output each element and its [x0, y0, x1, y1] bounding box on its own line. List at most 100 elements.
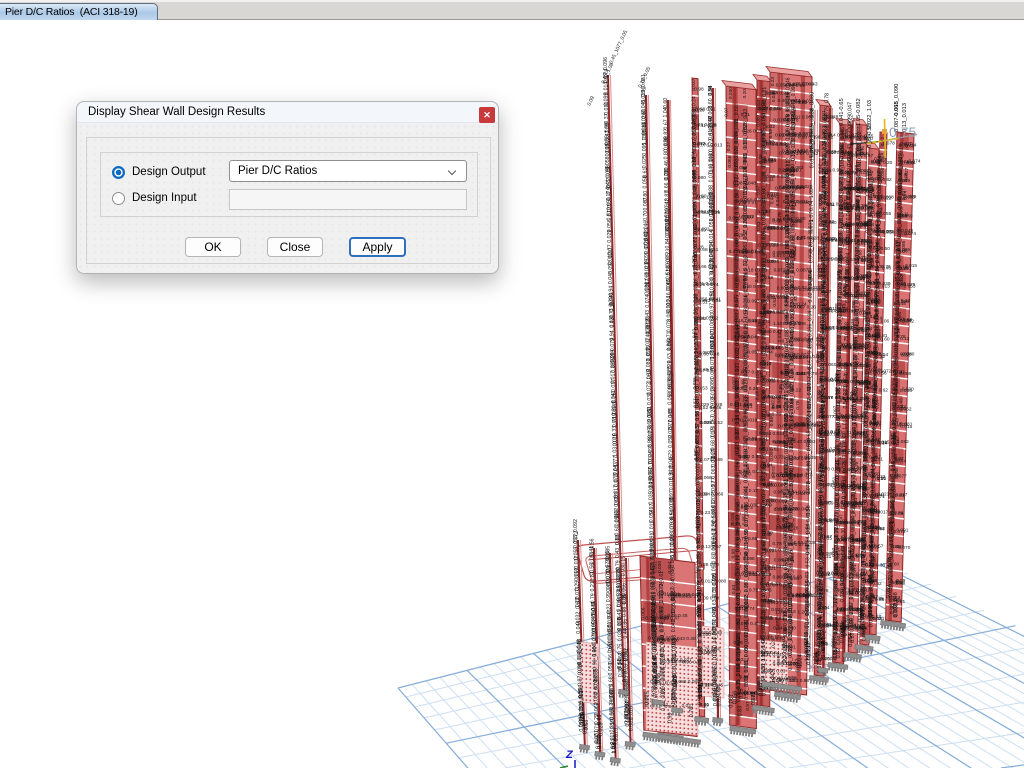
svg-text:0.87_0.98: 0.87_0.98	[578, 663, 584, 686]
svg-text:0.83: 0.83	[737, 706, 743, 717]
svg-text:0.071_0.044: 0.071_0.044	[709, 153, 715, 182]
svg-text:0.75: 0.75	[889, 124, 916, 140]
svg-text:0.76: 0.76	[795, 400, 801, 410]
svg-text:0.43_0.18: 0.43_0.18	[615, 535, 621, 558]
svg-text:0.70: 0.70	[643, 211, 649, 221]
svg-text:0.27: 0.27	[726, 142, 732, 152]
svg-text:0.087: 0.087	[643, 197, 649, 210]
svg-text:0.058_0.093: 0.058_0.093	[668, 376, 674, 405]
svg-text:Z: Z	[565, 749, 574, 761]
svg-text:0.83_0.096: 0.83_0.096	[712, 537, 718, 563]
svg-text:0.96 0.75: 0.96 0.75	[682, 660, 702, 666]
svg-text:0.092_0.30: 0.092_0.30	[608, 248, 614, 274]
svg-text:0.073: 0.073	[613, 728, 619, 742]
svg-text:0.055: 0.055	[850, 618, 856, 632]
svg-text:0.045: 0.045	[807, 365, 813, 378]
svg-text:0.015: 0.015	[877, 440, 889, 446]
svg-text:0.25: 0.25	[738, 689, 744, 700]
svg-text:0.84_0.021: 0.84_0.021	[665, 222, 671, 248]
svg-text:0.75: 0.75	[844, 336, 850, 346]
svg-text:0.091_0.56: 0.091_0.56	[589, 538, 595, 564]
svg-text:0.63_0.044: 0.63_0.044	[667, 337, 673, 363]
svg-text:0.083_0.75: 0.083_0.75	[646, 346, 652, 372]
svg-text:0.072_0.13: 0.072_0.13	[647, 369, 653, 395]
svg-text:0.062: 0.062	[594, 702, 600, 715]
svg-text:0.096_0.94: 0.096_0.94	[808, 311, 814, 337]
svg-text:0.21_0.85: 0.21_0.85	[661, 689, 667, 711]
svg-text:0.070: 0.070	[898, 545, 910, 551]
svg-text:0.025: 0.025	[642, 155, 648, 168]
svg-text:0.050: 0.050	[608, 662, 614, 675]
svg-text:0.69_0.072: 0.69_0.072	[807, 415, 813, 441]
svg-text:0.066: 0.066	[727, 155, 733, 167]
svg-text:0.79: 0.79	[777, 212, 783, 222]
svg-text:0.082: 0.082	[897, 439, 909, 445]
svg-text:0.020: 0.020	[580, 712, 586, 726]
svg-text:0.030: 0.030	[728, 87, 734, 99]
svg-text:0.16: 0.16	[673, 697, 679, 708]
svg-text:0.058: 0.058	[643, 175, 649, 188]
svg-text:0.57: 0.57	[843, 617, 849, 628]
svg-text:0.17: 0.17	[749, 488, 759, 494]
svg-text:0.97_1.01: 0.97_1.01	[843, 419, 849, 442]
svg-text:0.31_0.94: 0.31_0.94	[822, 347, 828, 370]
svg-text:0.54: 0.54	[879, 352, 889, 358]
svg-text:1.03_0.094: 1.03_0.094	[821, 416, 827, 442]
svg-text:0.10: 0.10	[624, 707, 630, 718]
svg-text:0.37: 0.37	[604, 113, 610, 123]
svg-text:0.079: 0.079	[610, 338, 616, 351]
svg-text:0.080_0.24: 0.080_0.24	[666, 296, 672, 322]
svg-text:0.095_0.95: 0.095_0.95	[642, 130, 648, 156]
svg-text:0.081: 0.081	[751, 692, 757, 706]
svg-text:0.97_0.51: 0.97_0.51	[710, 290, 716, 313]
svg-text:0.68_0.19: 0.68_0.19	[711, 427, 717, 450]
svg-text:0.64_0.54: 0.64_0.54	[806, 524, 812, 547]
svg-text:0.041-0.65: 0.041-0.65	[839, 98, 845, 126]
svg-text:0.33_0.19: 0.33_0.19	[612, 413, 618, 436]
svg-text:0.52: 0.52	[772, 297, 778, 307]
svg-text:0.072_0.45: 0.072_0.45	[708, 126, 714, 152]
svg-text:0.095: 0.095	[844, 362, 850, 375]
svg-text:0.086: 0.086	[899, 371, 911, 377]
svg-text:0.024: 0.024	[797, 655, 803, 669]
svg-text:0.032: 0.032	[771, 90, 777, 102]
svg-text:0.040_0.83: 0.040_0.83	[845, 277, 851, 303]
svg-text:0.079: 0.079	[806, 482, 812, 495]
svg-text:0.044: 0.044	[775, 194, 781, 206]
svg-text:0.058: 0.058	[883, 229, 895, 235]
svg-text:0.24: 0.24	[710, 407, 716, 417]
svg-text:0.62_0.034: 0.62_0.034	[808, 276, 814, 302]
svg-text:0.056_0.075: 0.056_0.075	[607, 203, 613, 232]
svg-text:0.087: 0.087	[796, 267, 808, 273]
svg-text:0.044: 0.044	[576, 621, 582, 634]
svg-text:0.035: 0.035	[710, 395, 716, 408]
svg-text:0.77 0.43: 0.77 0.43	[798, 81, 818, 87]
svg-text:0.15 0.45: 0.15 0.45	[668, 613, 688, 619]
svg-text:0.98: 0.98	[697, 695, 703, 706]
svg-text:0.44: 0.44	[623, 628, 629, 638]
svg-text:0.85: 0.85	[778, 384, 784, 394]
svg-text:0.91: 0.91	[797, 235, 807, 241]
svg-text:0.69: 0.69	[787, 676, 797, 682]
svg-text:0.86: 0.86	[623, 619, 629, 629]
svg-text:0.010: 0.010	[824, 169, 830, 182]
svg-text:0.25_0.58: 0.25_0.58	[807, 441, 813, 464]
svg-text:1.06: 1.06	[821, 647, 827, 658]
svg-text:0.46: 0.46	[882, 265, 892, 271]
svg-text:0.12: 0.12	[901, 298, 911, 304]
svg-text:0.072: 0.072	[771, 466, 777, 478]
svg-text:0.036: 0.036	[824, 125, 830, 138]
svg-text:0.022_1.03: 0.022_1.03	[867, 100, 873, 129]
svg-text:0.86: 0.86	[769, 417, 775, 427]
svg-text:0.99: 0.99	[795, 421, 805, 427]
svg-text:0.20: 0.20	[742, 89, 748, 99]
svg-text:0.078: 0.078	[710, 366, 716, 379]
svg-text:0.23: 0.23	[701, 510, 711, 516]
svg-text:0.029: 0.029	[842, 460, 848, 473]
svg-text:0.055_0.072: 0.055_0.072	[574, 531, 580, 560]
svg-text:0.98: 0.98	[890, 604, 896, 615]
svg-text:0.010: 0.010	[604, 102, 610, 115]
svg-text:0.26_0.041: 0.26_0.041	[624, 648, 630, 674]
svg-text:0.058_0.62: 0.058_0.62	[808, 237, 814, 263]
svg-text:0.93: 0.93	[621, 566, 627, 576]
